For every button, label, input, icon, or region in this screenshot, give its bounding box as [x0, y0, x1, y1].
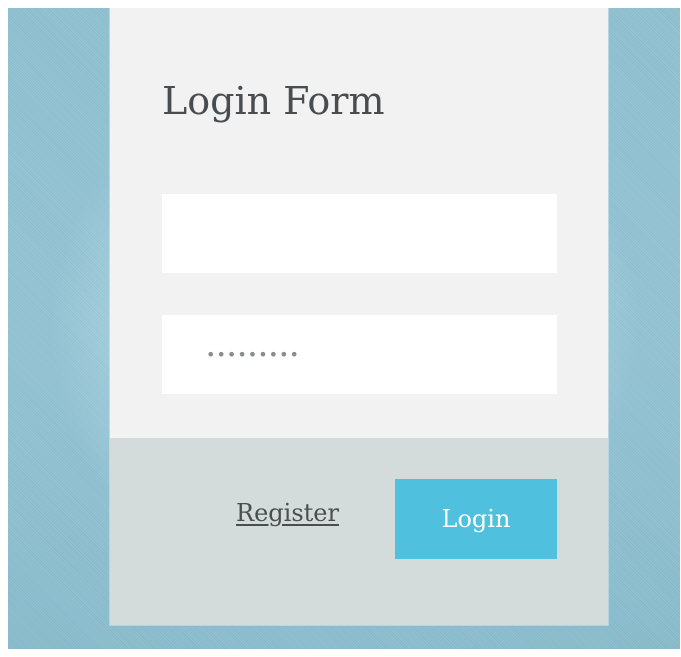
page-title: Login Form	[162, 79, 385, 123]
register-link[interactable]: Register	[236, 501, 339, 525]
login-card: Login Form Register Login	[110, 8, 608, 625]
password-field[interactable]	[162, 315, 557, 394]
username-field[interactable]	[162, 194, 557, 273]
login-button[interactable]: Login	[395, 479, 557, 559]
form-footer: Register Login	[110, 438, 608, 625]
login-page: Login Form Register Login	[0, 0, 681, 657]
